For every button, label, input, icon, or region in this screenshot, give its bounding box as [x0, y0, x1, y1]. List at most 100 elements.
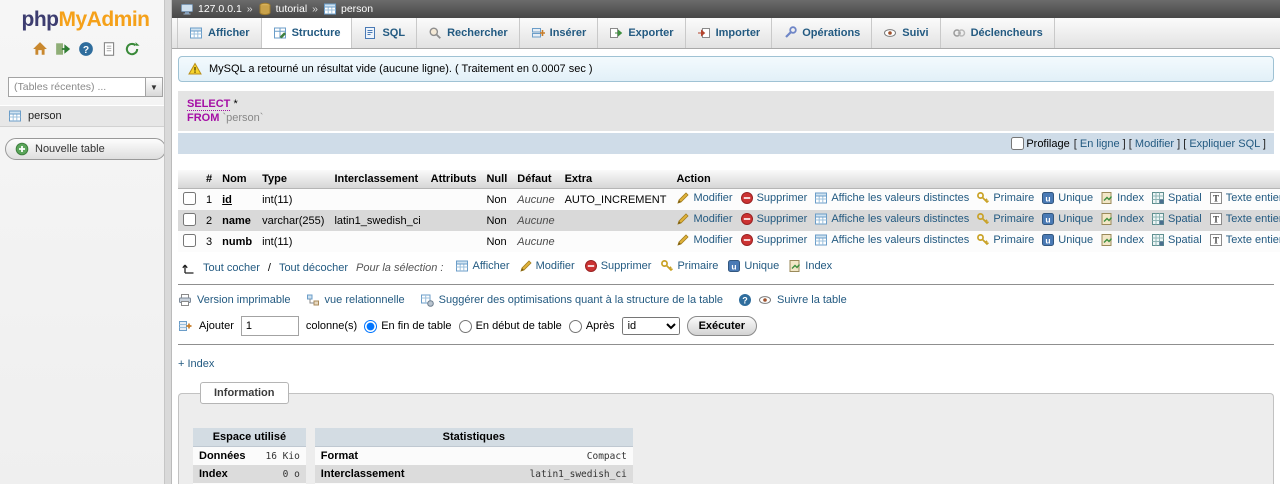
profiling-label[interactable]: Profilage — [1026, 138, 1069, 150]
action-label: Spatial — [1168, 192, 1202, 204]
action-unique[interactable]: u Unique — [1041, 212, 1093, 226]
action-unique[interactable]: u Unique — [1041, 191, 1093, 205]
action-index[interactable]: Index — [1100, 212, 1144, 226]
action-unique[interactable]: u Unique — [1041, 233, 1093, 247]
chevron-down-icon[interactable]: ▼ — [146, 77, 163, 97]
check-all-link[interactable]: Tout cocher — [203, 262, 260, 274]
tab-sql[interactable]: SQL — [352, 18, 418, 48]
browse-icon — [814, 212, 828, 226]
action-supprimer[interactable]: Supprimer — [740, 212, 807, 226]
home-icon[interactable] — [32, 41, 48, 57]
logout-icon[interactable] — [55, 41, 71, 57]
profiling-link-en-ligne[interactable]: En ligne — [1080, 138, 1120, 150]
selection-action-primaire[interactable]: Primaire — [660, 259, 718, 273]
action-texte-entier[interactable]: T Texte entier — [1209, 191, 1280, 205]
tab-suivi[interactable]: Suivi — [872, 18, 941, 48]
action-label: Unique — [1058, 192, 1094, 204]
action-modifier[interactable]: Modifier — [676, 233, 733, 247]
stat-value: 0 o — [259, 465, 306, 483]
action-affiche-les-valeurs-distinctes[interactable]: Affiche les valeurs distinctes — [814, 191, 969, 205]
radio-begin-input[interactable] — [458, 319, 472, 333]
tool-suivre-la-table[interactable]: Suivre la table — [758, 293, 847, 307]
radio-end-of-table[interactable]: En fin de table — [364, 319, 452, 333]
selection-action-unique[interactable]: u Unique — [727, 259, 779, 273]
radio-begin-of-table[interactable]: En début de table — [458, 319, 562, 333]
action-texte-entier[interactable]: T Texte entier — [1209, 233, 1280, 247]
action-supprimer[interactable]: Supprimer — [740, 191, 807, 205]
action-primaire[interactable]: Primaire — [976, 212, 1034, 226]
optimize-icon — [420, 293, 434, 307]
selection-action-modifier[interactable]: Modifier — [519, 259, 575, 273]
help-icon[interactable]: ? — [738, 293, 752, 307]
column-count-input[interactable] — [240, 316, 299, 336]
tab-d-clencheurs[interactable]: Déclencheurs — [941, 18, 1055, 48]
profiling-checkbox[interactable] — [1011, 137, 1025, 150]
action-spatial[interactable]: Spatial — [1151, 233, 1202, 247]
tab-ins-rer[interactable]: Insérer — [520, 18, 599, 48]
tab-structure[interactable]: Structure — [261, 18, 353, 48]
row-checkbox[interactable] — [183, 191, 196, 205]
tool-sugg-rer-des-optimisations-quant-la-structure-de-la-table[interactable]: Suggérer des optimisations quant à la st… — [420, 293, 723, 307]
column-number-cell: 1 — [201, 188, 218, 210]
tool-version-imprimable[interactable]: Version imprimable — [178, 293, 291, 307]
action-primaire[interactable]: Primaire — [976, 191, 1034, 205]
phpmyadmin-logo[interactable]: phpMyAdmin — [0, 0, 171, 34]
radio-after-column[interactable]: Après — [568, 319, 615, 333]
uncheck-all-link[interactable]: Tout décocher — [279, 262, 348, 274]
add-column-form: Ajouter colonne(s) En fin de table En dé… — [178, 316, 1274, 336]
breadcrumb-item-127-0-0-1[interactable]: 127.0.0.1 — [180, 2, 242, 16]
tab-exporter[interactable]: Exporter — [598, 18, 686, 48]
tab-label: Insérer — [549, 27, 587, 39]
relation-icon — [306, 293, 320, 307]
breadcrumb-item-person[interactable]: person — [323, 2, 373, 16]
action-affiche-les-valeurs-distinctes[interactable]: Affiche les valeurs distinctes — [814, 233, 969, 247]
spatial-icon — [1151, 191, 1165, 205]
tab-importer[interactable]: Importer — [686, 18, 773, 48]
action-label: Affiche les valeurs distinctes — [831, 234, 970, 246]
row-checkbox[interactable] — [183, 212, 196, 226]
after-column-select[interactable]: id — [621, 317, 680, 335]
svg-text:T: T — [1213, 215, 1219, 225]
selection-bar: Tout cocher / Tout décocher Pour la séle… — [181, 259, 1274, 276]
action-modifier[interactable]: Modifier — [676, 191, 733, 205]
selection-actions: Afficher Modifier Supprimer Primaire u Unique… — [455, 259, 841, 276]
tab-bar: Afficher Structure SQL Rechercher Insérer Exp… — [172, 18, 1280, 49]
selection-action-index[interactable]: Index — [788, 259, 832, 273]
check-all-arrow-icon — [181, 261, 195, 275]
radio-end-input[interactable] — [364, 319, 378, 333]
refresh-icon[interactable] — [124, 41, 140, 57]
execute-button[interactable]: Exécuter — [686, 316, 758, 336]
sidebar-item-person[interactable]: person — [0, 105, 171, 127]
tab-afficher[interactable]: Afficher — [177, 18, 262, 48]
new-table-button[interactable]: Nouvelle table — [5, 138, 166, 160]
action-index[interactable]: Index — [1100, 233, 1144, 247]
column-attributes-cell — [425, 210, 482, 231]
row-checkbox[interactable] — [183, 233, 196, 247]
action-spatial[interactable]: Spatial — [1151, 191, 1202, 205]
action-texte-entier[interactable]: T Texte entier — [1209, 212, 1280, 226]
breadcrumb-item-tutorial[interactable]: tutorial — [258, 2, 307, 16]
action-modifier[interactable]: Modifier — [676, 212, 733, 226]
action-label: Texte entier — [1225, 213, 1280, 225]
selection-action-supprimer[interactable]: Supprimer — [584, 259, 651, 273]
breadcrumb: 127.0.0.1 » tutorial » person — [172, 0, 1280, 18]
tab-op-rations[interactable]: Opérations — [772, 18, 873, 48]
action-primaire[interactable]: Primaire — [976, 233, 1034, 247]
fulltext-icon: T — [1209, 212, 1223, 226]
help-icon[interactable]: ? — [78, 41, 94, 57]
action-label: Index — [1117, 234, 1145, 246]
index-toggle-link[interactable]: + Index — [178, 358, 214, 370]
tool-vue-relationnelle[interactable]: vue relationnelle — [306, 293, 405, 307]
radio-after-input[interactable] — [568, 319, 582, 333]
docs-icon[interactable] — [101, 41, 117, 57]
action-index[interactable]: Index — [1100, 191, 1144, 205]
action-supprimer[interactable]: Supprimer — [740, 233, 807, 247]
action-spatial[interactable]: Spatial — [1151, 212, 1202, 226]
tab-rechercher[interactable]: Rechercher — [417, 18, 520, 48]
recent-tables-dropdown[interactable]: (Tables récentes) ... ▼ — [8, 77, 163, 97]
pencil-icon — [676, 212, 690, 226]
selection-action-afficher[interactable]: Afficher — [455, 259, 510, 273]
action-affiche-les-valeurs-distinctes[interactable]: Affiche les valeurs distinctes — [814, 212, 969, 226]
profiling-link-modifier[interactable]: Modifier — [1135, 138, 1174, 150]
profiling-link-expliquer-sql[interactable]: Expliquer SQL — [1189, 138, 1260, 150]
